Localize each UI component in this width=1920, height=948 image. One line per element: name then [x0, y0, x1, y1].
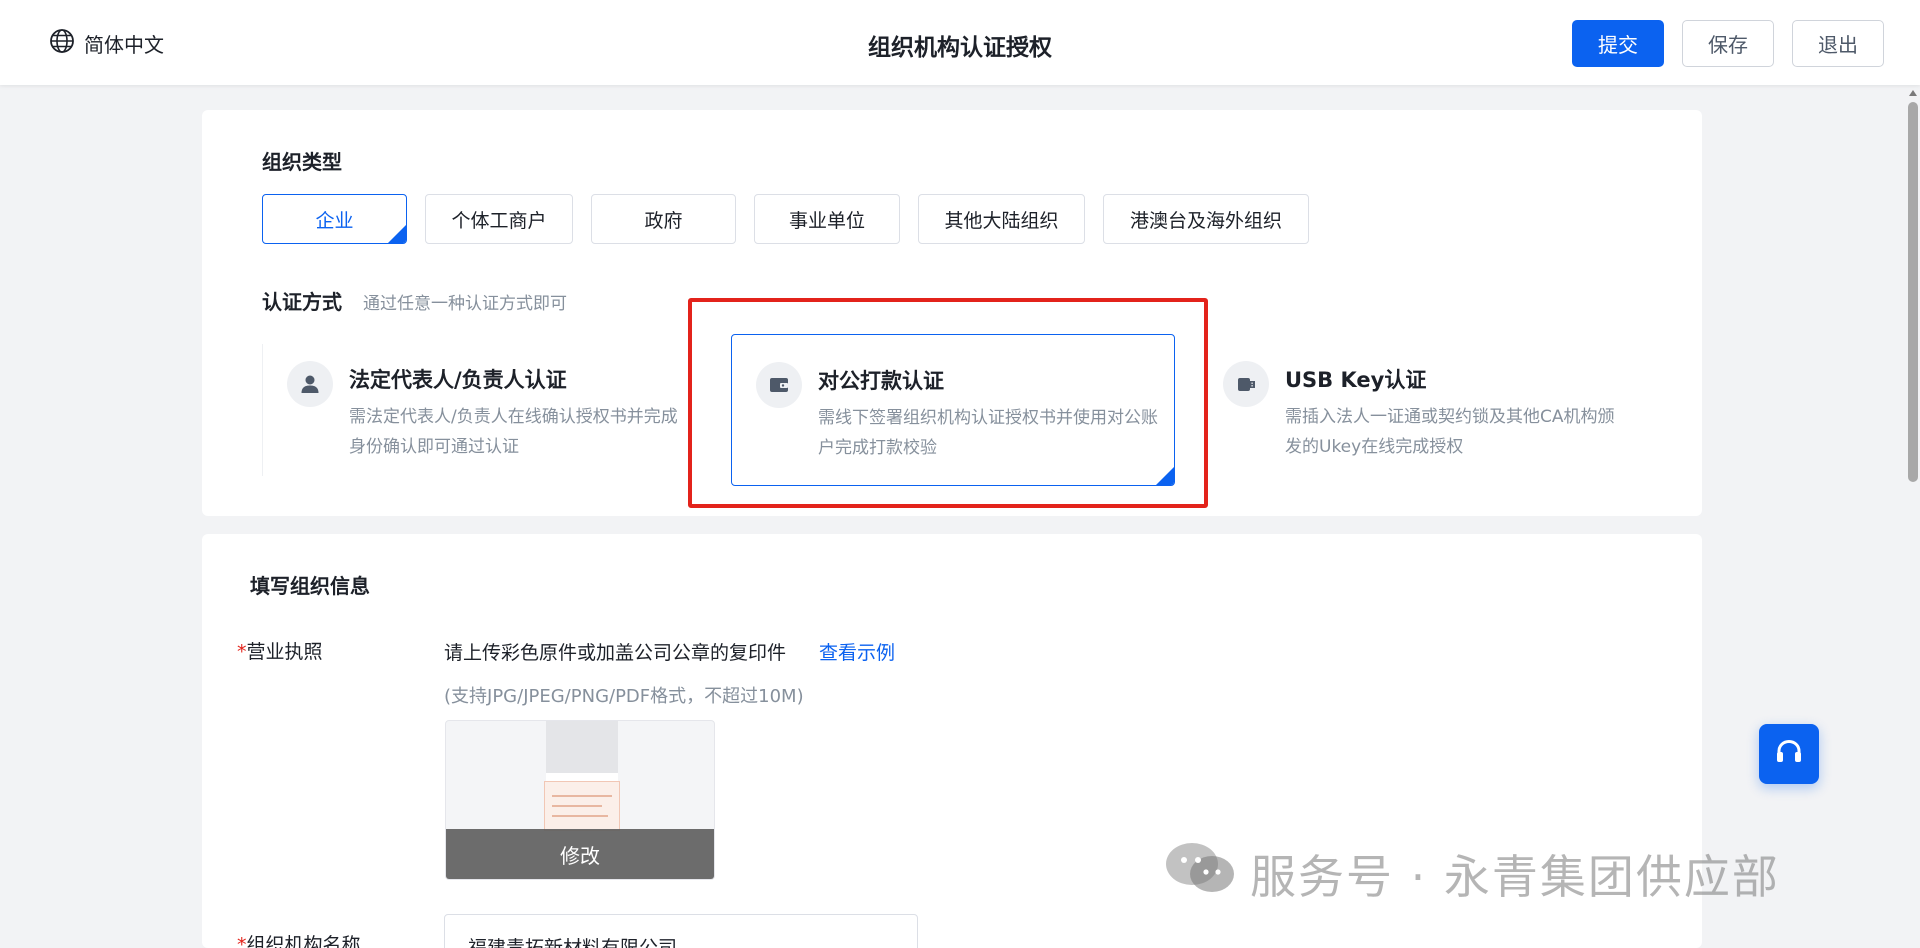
scroll-up-arrow-icon[interactable] — [1909, 90, 1917, 96]
tab-public-institution[interactable]: 事业单位 — [754, 194, 900, 244]
save-button[interactable]: 保存 — [1682, 20, 1774, 67]
tab-label: 企业 — [315, 209, 354, 232]
auth-option-title: 法定代表人/负责人认证 — [349, 368, 567, 392]
auth-option-desc: 需线下签署组织机构认证授权书并使用对公账户完成打款校验 — [818, 408, 1158, 458]
auth-option-legal-rep[interactable]: 法定代表人/负责人认证 需法定代表人/负责人在线确认授权书并完成身份确认即可通过… — [263, 334, 707, 486]
wallet-icon — [756, 362, 802, 408]
usb-key-icon — [1223, 361, 1269, 407]
tab-label: 其他大陆组织 — [944, 209, 1059, 232]
org-info-title: 填写组织信息 — [250, 574, 370, 598]
tab-other-mainland-org[interactable]: 其他大陆组织 — [918, 194, 1085, 244]
page-scrollbar[interactable] — [1906, 88, 1920, 948]
watermark-text: 服务号 · 永青集团供应部 — [1250, 849, 1780, 904]
auth-option-title: USB Key认证 — [1285, 368, 1427, 392]
license-label-text: 营业执照 — [246, 641, 323, 663]
required-mark: * — [237, 641, 247, 663]
license-preview-line — [552, 815, 608, 817]
tab-enterprise[interactable]: 企业 — [262, 194, 407, 244]
submit-button[interactable]: 提交 — [1572, 20, 1664, 67]
modify-button[interactable]: 修改 — [446, 829, 714, 879]
view-example-link[interactable]: 查看示例 — [819, 638, 895, 665]
tab-label: 政府 — [644, 209, 683, 232]
license-label: *营业执照 — [237, 637, 323, 664]
license-preview-header — [546, 721, 618, 773]
tab-hk-macao-taiwan-overseas[interactable]: 港澳台及海外组织 — [1103, 194, 1309, 244]
auth-option-desc: 需插入法人一证通或契约锁及其他CA机构颁发的Ukey在线完成授权 — [1285, 407, 1615, 457]
auth-option-corporate-transfer[interactable]: 对公打款认证 需线下签署组织机构认证授权书并使用对公账户完成打款校验 — [731, 334, 1175, 486]
license-preview-line — [552, 795, 612, 797]
top-header: 简体中文 组织机构认证授权 提交 保存 退出 — [0, 0, 1920, 85]
auth-option-title: 对公打款认证 — [818, 369, 944, 393]
required-mark: * — [237, 934, 247, 948]
auth-method-title: 认证方式 — [262, 290, 342, 314]
auth-method-hint: 通过任意一种认证方式即可 — [363, 294, 567, 314]
tab-government[interactable]: 政府 — [591, 194, 736, 244]
wechat-icon — [1164, 838, 1236, 909]
license-thumbnail[interactable]: 修改 — [445, 720, 715, 880]
tab-individual-business[interactable]: 个体工商户 — [425, 194, 573, 244]
license-format-hint: (支持JPG/JPEG/PNG/PDF格式，不超过10M) — [444, 686, 804, 707]
license-preview-line — [552, 805, 602, 807]
org-name-label: *组织机构名称 — [237, 930, 361, 948]
license-upload-hint: 请上传彩色原件或加盖公司公章的复印件 — [444, 642, 787, 664]
org-name-input[interactable]: 福建青拓新材料有限公司 — [444, 914, 918, 948]
headset-icon — [1773, 736, 1805, 772]
auth-option-desc: 需法定代表人/负责人在线确认授权书并完成身份确认即可通过认证 — [349, 407, 678, 457]
customer-service-button[interactable] — [1759, 724, 1819, 784]
tab-label: 港澳台及海外组织 — [1129, 209, 1282, 232]
watermark: 服务号 · 永青集团供应部 — [1164, 838, 1780, 909]
org-type-title: 组织类型 — [262, 150, 342, 174]
tab-label: 事业单位 — [788, 209, 865, 232]
exit-button[interactable]: 退出 — [1792, 20, 1884, 67]
selected-corner-icon — [1156, 467, 1174, 485]
auth-option-usb-key[interactable]: USB Key认证 需插入法人一证通或契约锁及其他CA机构颁发的Ukey在线完成… — [1199, 334, 1643, 486]
tab-label: 个体工商户 — [451, 209, 547, 232]
scroll-thumb[interactable] — [1908, 102, 1918, 482]
selected-corner-icon — [388, 225, 406, 243]
person-icon — [287, 361, 333, 407]
org-name-label-text: 组织机构名称 — [246, 934, 361, 948]
